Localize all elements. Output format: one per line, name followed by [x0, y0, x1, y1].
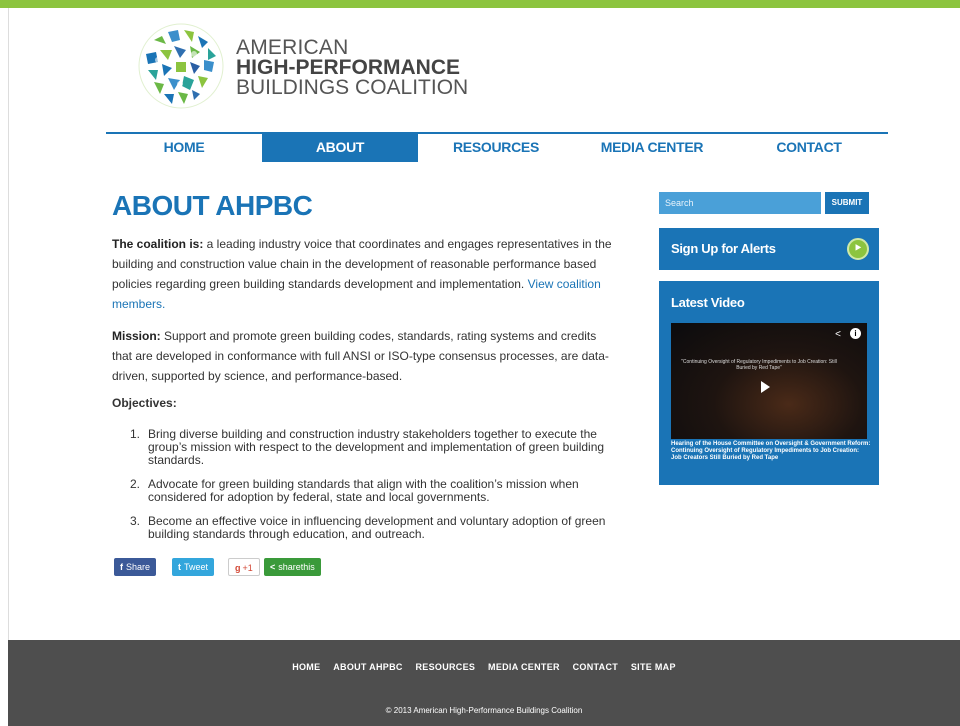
latest-video-panel: Latest Video "Continuing Oversight of Re…: [659, 281, 879, 485]
share-icon: <: [270, 562, 276, 572]
video-player[interactable]: "Continuing Oversight of Regulatory Impe…: [671, 323, 867, 439]
info-icon[interactable]: i: [850, 328, 861, 339]
list-item: 1. Bring diverse building and constructi…: [130, 428, 620, 467]
page-title: ABOUT AHPBC: [112, 190, 313, 221]
facebook-share-button[interactable]: f Share: [114, 558, 157, 576]
footer-link-contact[interactable]: CONTACT: [573, 662, 618, 672]
list-item: 2. Advocate for green building standards…: [130, 478, 620, 504]
footer-link-resources[interactable]: RESOURCES: [416, 662, 476, 672]
nav-home[interactable]: HOME: [106, 134, 262, 162]
play-circle-icon: [847, 238, 869, 260]
main-nav: HOME ABOUT RESOURCES MEDIA CENTER CONTAC…: [106, 132, 888, 162]
coalition-label: The coalition is:: [112, 237, 204, 251]
search-submit-button[interactable]: SUBMIT: [825, 192, 869, 214]
twitter-tweet-button[interactable]: t Tweet: [172, 558, 215, 576]
footer-nav: HOME ABOUT AHPBC RESOURCES MEDIA CENTER …: [8, 662, 960, 672]
list-item-text: Advocate for green building standards th…: [148, 477, 579, 504]
top-accent-bar: [0, 0, 960, 8]
footer-link-media-center[interactable]: MEDIA CENTER: [488, 662, 560, 672]
footer-link-about[interactable]: ABOUT AHPBC: [333, 662, 402, 672]
brand-line-1: AMERICAN: [236, 36, 349, 59]
facebook-icon: f: [120, 562, 123, 572]
nav-about[interactable]: ABOUT: [262, 134, 418, 162]
list-item-number: 3.: [130, 514, 141, 528]
copyright-text: © 2013 American High-Performance Buildin…: [385, 706, 583, 715]
footer: HOME ABOUT AHPBC RESOURCES MEDIA CENTER …: [8, 640, 960, 726]
mosaic-leaf-logo-icon[interactable]: [134, 20, 228, 112]
sharethis-button[interactable]: < sharethis: [264, 558, 321, 576]
list-item-number: 1.: [130, 427, 141, 441]
nav-contact[interactable]: CONTACT: [730, 134, 888, 162]
share-icon[interactable]: <: [835, 329, 841, 340]
coalition-paragraph: The coalition is: a leading industry voi…: [112, 234, 612, 314]
list-item-number: 2.: [130, 477, 141, 491]
google-icon: g: [235, 563, 241, 573]
sign-up-alerts-label: Sign Up for Alerts: [671, 241, 776, 256]
objectives-list: 1. Bring diverse building and constructi…: [130, 428, 620, 552]
objectives-title: Objectives:: [112, 396, 177, 410]
brand-line-3: BUILDINGS COALITION: [236, 76, 469, 99]
mission-label: Mission:: [112, 329, 161, 343]
search-input[interactable]: Search: [659, 192, 821, 214]
sharethis-label: sharethis: [278, 562, 315, 572]
mission-text: Support and promote green building codes…: [112, 329, 609, 383]
google-plus-button[interactable]: g +1: [228, 558, 260, 576]
brand-wordmark[interactable]: AMERICAN HIGH-PERFORMANCE BUILDINGS COAL…: [236, 36, 469, 99]
mission-paragraph: Mission: Support and promote green build…: [112, 326, 612, 386]
google-plus-label: +1: [242, 563, 253, 573]
list-item-text: Bring diverse building and construction …: [148, 427, 605, 467]
footer-link-home[interactable]: HOME: [292, 662, 320, 672]
list-item-text: Become an effective voice in influencing…: [148, 514, 606, 541]
list-item: 3. Become an effective voice in influenc…: [130, 515, 620, 541]
facebook-share-label: Share: [126, 562, 151, 572]
latest-video-title: Latest Video: [671, 295, 745, 310]
nav-media-center[interactable]: MEDIA CENTER: [574, 134, 730, 162]
nav-resources[interactable]: RESOURCES: [418, 134, 574, 162]
play-icon[interactable]: [761, 381, 770, 393]
twitter-tweet-label: Tweet: [184, 562, 209, 572]
sign-up-alerts-banner[interactable]: Sign Up for Alerts: [659, 228, 879, 270]
brand-line-2: HIGH-PERFORMANCE: [236, 56, 460, 79]
video-caption-link[interactable]: Hearing of the House Committee on Oversi…: [671, 441, 871, 462]
twitter-icon: t: [178, 562, 181, 572]
video-overlay-text: "Continuing Oversight of Regulatory Impe…: [681, 359, 837, 371]
footer-link-site-map[interactable]: SITE MAP: [631, 662, 676, 672]
